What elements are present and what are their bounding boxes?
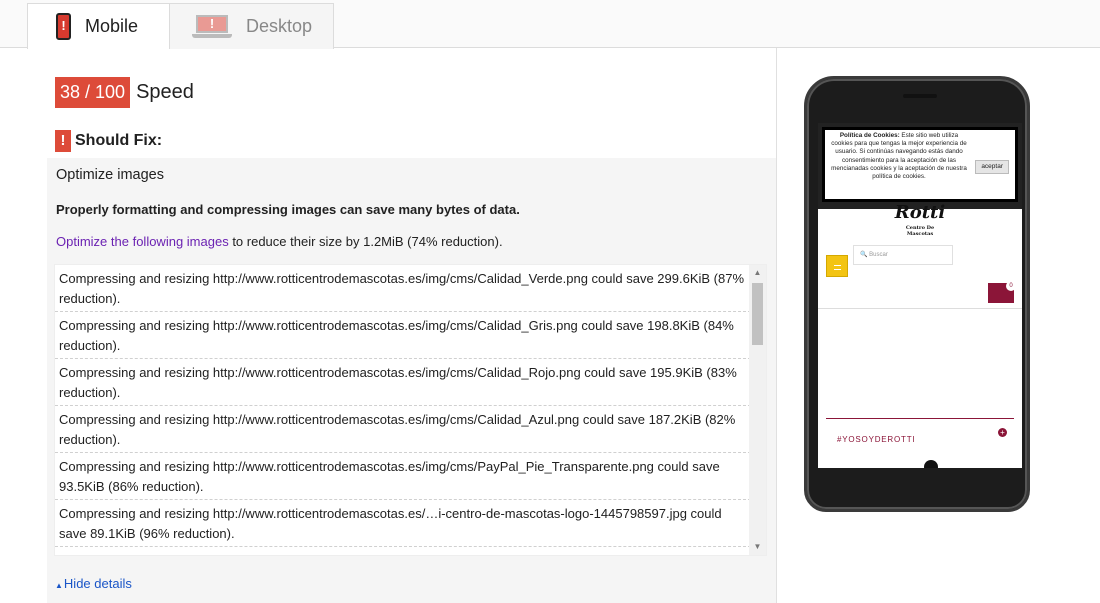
rule-description: Optimize the following images to reduce … bbox=[56, 234, 503, 249]
tab-mobile[interactable]: Mobile bbox=[27, 3, 170, 49]
search-placeholder: Buscar bbox=[869, 252, 888, 258]
scroll-up-icon[interactable]: ▲ bbox=[749, 265, 766, 281]
desktop-warning-icon bbox=[192, 14, 232, 39]
list-item: Compressing and resizing http://www.rott… bbox=[55, 312, 751, 359]
hide-details-link[interactable]: ▲Hide details bbox=[55, 576, 132, 591]
list-item: Compressing and resizing http://www.rott… bbox=[55, 500, 751, 547]
cookie-title: Política de Cookies: bbox=[839, 132, 900, 139]
cookie-accept-button[interactable]: aceptar bbox=[975, 160, 1009, 175]
list-item: Compressing and resizing http://www.rott… bbox=[55, 406, 751, 453]
tab-desktop[interactable]: Desktop bbox=[169, 3, 334, 49]
site-logo: Rotti Centro De Mascotas bbox=[894, 201, 946, 237]
scroll-down-icon[interactable]: ▼ bbox=[749, 539, 766, 555]
rule-description-text: to reduce their size by 1.2MiB (74% redu… bbox=[228, 234, 503, 249]
logo-text: Rotti bbox=[894, 202, 946, 223]
hide-details-label: Hide details bbox=[63, 576, 132, 591]
hashtag-label: #YOSOYDEROTTI bbox=[837, 435, 916, 444]
mobile-preview-screen: Política de Cookies: Este sitio web util… bbox=[818, 123, 1022, 468]
mobile-preview-phone: Política de Cookies: Este sitio web util… bbox=[804, 76, 1030, 512]
speed-score: 38 / 100 Speed bbox=[55, 77, 194, 108]
image-list[interactable]: Compressing and resizing http://www.rott… bbox=[54, 264, 767, 556]
should-fix-label: Should Fix: bbox=[75, 132, 163, 149]
score-badge: 38 / 100 bbox=[55, 77, 131, 108]
optimize-images-link[interactable]: Optimize the following images bbox=[56, 234, 229, 249]
mobile-warning-icon bbox=[56, 13, 71, 40]
list-item: Compressing and resizing http://www.rott… bbox=[55, 453, 751, 500]
phone-speaker bbox=[903, 94, 937, 98]
rule-title[interactable]: Optimize images bbox=[56, 167, 164, 183]
divider bbox=[826, 418, 1014, 419]
scrollbar-thumb[interactable] bbox=[752, 283, 763, 345]
rule-panel: Optimize images Properly formatting and … bbox=[47, 158, 776, 603]
tab-mobile-label: Mobile bbox=[85, 16, 139, 36]
cart-icon[interactable]: 0 bbox=[988, 281, 1016, 303]
warning-icon: ! bbox=[55, 130, 71, 152]
divider bbox=[818, 308, 1022, 309]
list-item: Compressing and resizing http://www.rott… bbox=[55, 359, 751, 406]
triangle-up-icon: ▲ bbox=[55, 581, 63, 590]
menu-icon[interactable] bbox=[826, 255, 848, 277]
home-button-icon bbox=[924, 460, 938, 468]
score-label: Speed bbox=[136, 81, 194, 103]
list-item: Compressing and resizing http://www.rott… bbox=[55, 547, 751, 555]
cart-count: 0 bbox=[1006, 281, 1016, 291]
list-item: Compressing and resizing http://www.rott… bbox=[55, 265, 751, 312]
site-search-input[interactable]: 🔍 Buscar bbox=[853, 245, 953, 265]
device-tab-bar: Mobile Desktop bbox=[0, 0, 1100, 49]
tab-desktop-label: Desktop bbox=[246, 16, 313, 36]
should-fix-heading: ! Should Fix: bbox=[55, 130, 162, 152]
logo-subtitle: Centro De Mascotas bbox=[905, 225, 935, 237]
cookie-text: Este sitio web utiliza cookies para que … bbox=[831, 132, 967, 181]
list-scrollbar[interactable]: ▲ ▼ bbox=[749, 265, 766, 555]
panel-divider bbox=[776, 48, 777, 603]
cookie-banner: Política de Cookies: Este sitio web util… bbox=[822, 127, 1018, 202]
image-list-content: Compressing and resizing http://www.rott… bbox=[55, 265, 751, 555]
rule-summary: Properly formatting and compressing imag… bbox=[56, 202, 520, 217]
plus-icon[interactable]: + bbox=[998, 428, 1007, 437]
